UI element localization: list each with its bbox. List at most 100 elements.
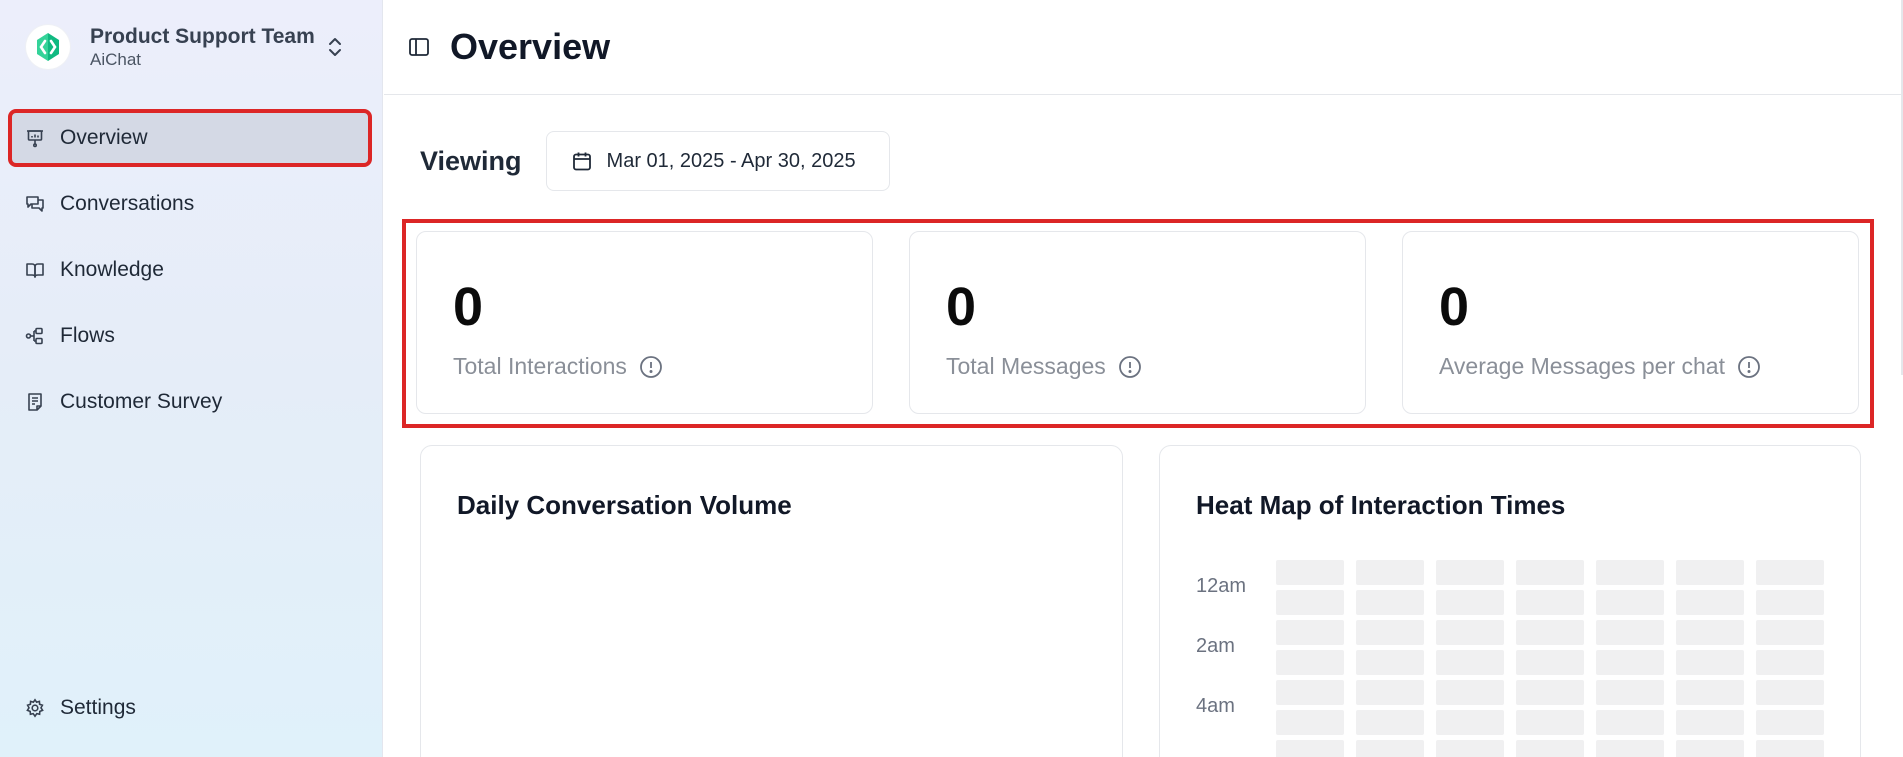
heat-map-cell xyxy=(1436,680,1504,705)
heat-map-time-labels: 12am 2am 4am xyxy=(1196,576,1246,756)
heat-map-cell xyxy=(1676,590,1744,615)
date-range-picker[interactable]: Mar 01, 2025 - Apr 30, 2025 xyxy=(545,131,890,191)
sidebar-item-overview[interactable]: Overview xyxy=(8,109,372,167)
info-icon[interactable] xyxy=(1118,355,1142,379)
heat-map-cell xyxy=(1676,620,1744,645)
sidebar-nav: Overview Conversations Knowledge Flows C… xyxy=(8,109,372,441)
heat-map-cell xyxy=(1516,650,1584,675)
heat-map-cell xyxy=(1276,740,1344,757)
sidebar-item-customer-survey[interactable]: Customer Survey xyxy=(10,375,370,429)
heat-map-cell xyxy=(1436,740,1504,757)
heat-time-label: 12am xyxy=(1196,575,1247,597)
main-content: Overview Viewing Mar 01, 2025 - Apr 30, … xyxy=(384,0,1903,757)
info-icon[interactable] xyxy=(1737,355,1761,379)
sidebar-item-flows[interactable]: Flows xyxy=(10,309,370,363)
heat-map-cell xyxy=(1676,680,1744,705)
heat-map-grid xyxy=(1276,560,1824,757)
heat-map-cell xyxy=(1756,650,1824,675)
heat-map-cell xyxy=(1276,680,1344,705)
sidebar-toggle-icon[interactable] xyxy=(408,36,430,58)
stat-value: 0 xyxy=(946,277,977,337)
chart-title: Daily Conversation Volume xyxy=(457,490,792,520)
heat-map-cell xyxy=(1356,650,1424,675)
heat-map-cell xyxy=(1596,590,1664,615)
daily-volume-card: Daily Conversation Volume xyxy=(420,445,1123,757)
team-switcher[interactable]: Product Support Team AiChat xyxy=(26,22,346,72)
heat-map-cell xyxy=(1756,590,1824,615)
heat-map-cell xyxy=(1756,740,1824,757)
heat-map-cell xyxy=(1356,620,1424,645)
heat-map-cell xyxy=(1676,650,1744,675)
heat-map-cell xyxy=(1516,560,1584,585)
heat-map-cell xyxy=(1276,590,1344,615)
info-icon[interactable] xyxy=(639,355,663,379)
heat-map-cell xyxy=(1596,680,1664,705)
heat-map-cell xyxy=(1436,650,1504,675)
stat-card-total-messages: 0 Total Messages xyxy=(909,231,1366,414)
stat-value: 0 xyxy=(1439,277,1470,337)
stat-value: 0 xyxy=(453,277,484,337)
sidebar: Product Support Team AiChat Overview Con… xyxy=(0,0,383,757)
header: Overview xyxy=(384,0,1903,95)
heat-map-cell xyxy=(1436,590,1504,615)
heat-map-cell xyxy=(1596,710,1664,735)
heat-time-label: 2am xyxy=(1196,635,1235,657)
date-filter-row: Viewing Mar 01, 2025 - Apr 30, 2025 xyxy=(420,131,890,191)
heat-map-cell xyxy=(1516,740,1584,757)
calendar-icon xyxy=(571,150,593,172)
heat-map-cell xyxy=(1676,560,1744,585)
sidebar-item-label: Overview xyxy=(60,126,148,149)
heat-map-cell xyxy=(1756,620,1824,645)
gear-icon xyxy=(24,697,46,719)
heat-map-cell xyxy=(1436,710,1504,735)
book-icon xyxy=(24,259,46,281)
stat-card-average-messages: 0 Average Messages per chat xyxy=(1402,231,1859,414)
heat-map-cell xyxy=(1756,680,1824,705)
team-name: Product Support Team xyxy=(90,25,315,48)
heat-map-cell xyxy=(1356,740,1424,757)
heat-map-cell xyxy=(1516,620,1584,645)
date-range-value: Mar 01, 2025 - Apr 30, 2025 xyxy=(606,149,856,172)
heat-map-cell xyxy=(1756,710,1824,735)
sidebar-item-knowledge[interactable]: Knowledge xyxy=(10,243,370,297)
heat-map-cell xyxy=(1436,560,1504,585)
heat-map-cell xyxy=(1676,710,1744,735)
chat-icon xyxy=(24,193,46,215)
chart-title: Heat Map of Interaction Times xyxy=(1196,490,1566,520)
heat-map-cell xyxy=(1516,590,1584,615)
stats-highlight: 0 Total Interactions 0 Total Messages 0 … xyxy=(402,219,1874,428)
heat-map-cell xyxy=(1356,590,1424,615)
sidebar-item-label: Flows xyxy=(60,324,115,347)
heat-map-card: Heat Map of Interaction Times 12am 2am 4… xyxy=(1159,445,1861,757)
stat-label: Total Interactions xyxy=(453,353,627,379)
heat-map-cell xyxy=(1676,740,1744,757)
team-subtitle: AiChat xyxy=(90,50,142,69)
heat-map-cell xyxy=(1356,710,1424,735)
viewing-label: Viewing xyxy=(420,145,522,176)
presentation-icon xyxy=(24,127,46,149)
sidebar-item-label: Conversations xyxy=(60,192,195,215)
survey-icon xyxy=(24,391,46,413)
page-title: Overview xyxy=(450,26,611,67)
heat-map-cell xyxy=(1516,680,1584,705)
stat-card-total-interactions: 0 Total Interactions xyxy=(416,231,873,414)
heat-map-cell xyxy=(1276,710,1344,735)
aichat-logo xyxy=(26,25,70,69)
heat-map-cell xyxy=(1756,560,1824,585)
chevron-up-down-icon[interactable] xyxy=(324,34,346,60)
heat-map-cell xyxy=(1356,560,1424,585)
heat-map-cell xyxy=(1596,740,1664,757)
sidebar-item-conversations[interactable]: Conversations xyxy=(10,177,370,231)
flow-icon xyxy=(24,325,46,347)
heat-map-cell xyxy=(1436,620,1504,645)
heat-map-cell xyxy=(1276,560,1344,585)
heat-map-cell xyxy=(1276,620,1344,645)
heat-time-label: 4am xyxy=(1196,695,1235,717)
sidebar-item-label: Knowledge xyxy=(60,258,164,281)
stat-label: Average Messages per chat xyxy=(1439,353,1725,379)
sidebar-item-label: Customer Survey xyxy=(60,390,223,413)
heat-map-cell xyxy=(1356,680,1424,705)
heat-map-cell xyxy=(1596,620,1664,645)
sidebar-item-settings[interactable]: Settings xyxy=(10,681,370,735)
heat-map-cell xyxy=(1516,710,1584,735)
